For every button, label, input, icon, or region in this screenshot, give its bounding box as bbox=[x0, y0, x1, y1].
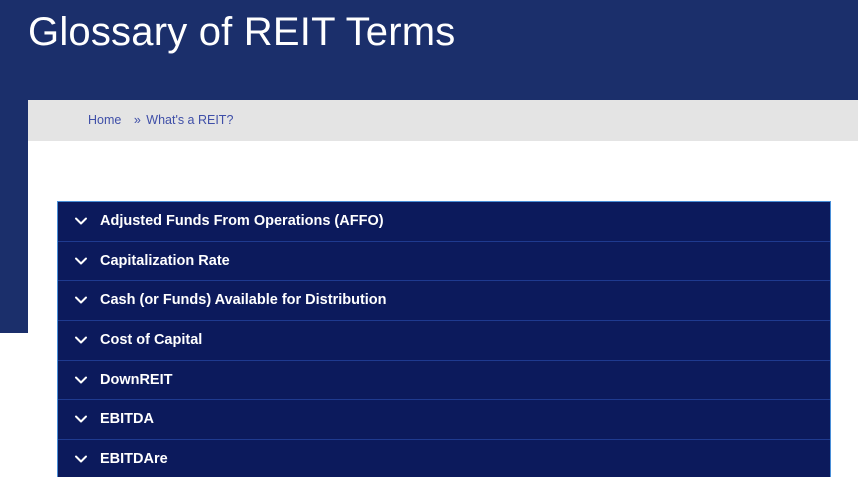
breadcrumb-separator: » bbox=[133, 113, 141, 127]
glossary-accordion: Adjusted Funds From Operations (AFFO) Ca… bbox=[57, 201, 831, 477]
chevron-down-icon bbox=[75, 296, 87, 304]
chevron-down-icon bbox=[75, 415, 87, 423]
chevron-down-icon bbox=[75, 336, 87, 344]
chevron-down-icon bbox=[75, 455, 87, 463]
accordion-item-label: EBITDAre bbox=[100, 451, 168, 468]
chevron-down-icon bbox=[75, 376, 87, 384]
accordion-item-ebitda[interactable]: EBITDA bbox=[58, 400, 830, 441]
page: Glossary of REIT Terms Home » What's a R… bbox=[0, 0, 858, 477]
accordion-item-capitalization-rate[interactable]: Capitalization Rate bbox=[58, 242, 830, 282]
accordion-item-ebitdare[interactable]: EBITDAre bbox=[58, 440, 830, 477]
accordion-item-cash-available-for-distribution[interactable]: Cash (or Funds) Available for Distributi… bbox=[58, 281, 830, 322]
page-title: Glossary of REIT Terms bbox=[28, 10, 456, 54]
breadcrumb-bar: Home » What's a REIT? bbox=[28, 100, 858, 141]
chevron-down-icon bbox=[75, 257, 87, 265]
chevron-down-icon bbox=[75, 217, 87, 225]
accordion-item-label: Capitalization Rate bbox=[100, 252, 230, 269]
accordion-item-cost-of-capital[interactable]: Cost of Capital bbox=[58, 321, 830, 361]
accordion-item-label: Cash (or Funds) Available for Distributi… bbox=[100, 292, 387, 309]
breadcrumb: Home » What's a REIT? bbox=[88, 112, 233, 128]
accordion-item-label: Adjusted Funds From Operations (AFFO) bbox=[100, 213, 384, 229]
breadcrumb-whats-a-reit-link[interactable]: What's a REIT? bbox=[146, 113, 233, 127]
accordion-item-label: DownREIT bbox=[100, 371, 173, 388]
accordion-item-label: Cost of Capital bbox=[100, 332, 203, 349]
accordion-item-label: EBITDA bbox=[100, 411, 154, 428]
header-side-strip bbox=[0, 100, 28, 333]
accordion-item-affo[interactable]: Adjusted Funds From Operations (AFFO) bbox=[58, 202, 830, 242]
accordion-item-downreit[interactable]: DownREIT bbox=[58, 361, 830, 401]
breadcrumb-home-link[interactable]: Home bbox=[88, 113, 121, 127]
